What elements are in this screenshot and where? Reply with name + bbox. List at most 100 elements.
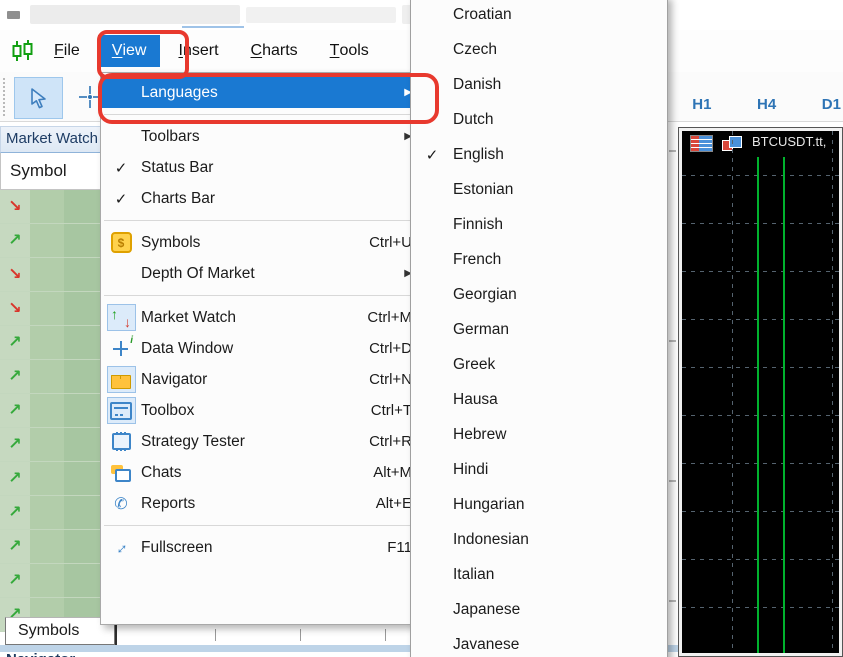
- trend-up-icon: ↗: [8, 369, 21, 385]
- symbols-tab[interactable]: Symbols: [5, 617, 115, 645]
- tab-separator: [215, 629, 216, 641]
- language-label: Georgian: [453, 286, 517, 304]
- check-icon: ✓: [426, 146, 439, 164]
- language-item-hungarian[interactable]: Hungarian: [411, 487, 667, 522]
- language-label: French: [453, 251, 501, 269]
- language-item-italian[interactable]: Italian: [411, 557, 667, 592]
- market-watch-row[interactable]: ↗: [0, 530, 106, 564]
- timeframe-button-h1[interactable]: H1: [690, 96, 713, 113]
- timeframe-button-h4[interactable]: H4: [755, 96, 778, 113]
- language-item-english[interactable]: ✓ English: [411, 137, 667, 172]
- menu-separator: [104, 525, 422, 526]
- language-label: Danish: [453, 76, 501, 94]
- fullscreen-icon: [111, 539, 131, 557]
- language-label: Hausa: [453, 391, 498, 409]
- chart-vertical-line: [757, 157, 759, 653]
- language-item-georgian[interactable]: Georgian: [411, 277, 667, 312]
- menu-item-charts-bar[interactable]: ✓Charts Bar: [101, 183, 425, 214]
- language-item-hindi[interactable]: Hindi: [411, 452, 667, 487]
- language-item-greek[interactable]: Greek: [411, 347, 667, 382]
- language-item-german[interactable]: German: [411, 312, 667, 347]
- menu-item-toolbars[interactable]: Toolbars▶: [101, 121, 425, 152]
- market-watch-row[interactable]: ↗: [0, 360, 106, 394]
- menubar-item-charts[interactable]: Charts: [237, 35, 312, 67]
- menu-item-data-window[interactable]: iData WindowCtrl+D: [101, 333, 425, 364]
- depth-of-market-chart-icon[interactable]: [690, 135, 713, 152]
- menu-item-chats[interactable]: ChatsAlt+M: [101, 457, 425, 488]
- menu-item-label: Data Window: [141, 340, 369, 358]
- chart-gridline: [682, 463, 839, 464]
- languages-submenu: Croatian Czech Danish Dutch ✓ English Estonian…: [410, 0, 668, 657]
- menu-item-label: Chats: [141, 464, 373, 482]
- menu-item-symbols[interactable]: $SymbolsCtrl+U: [101, 227, 425, 258]
- cursor-icon: [27, 86, 51, 110]
- market-watch-row[interactable]: ↗: [0, 496, 106, 530]
- menu-item-strategy-tester[interactable]: Strategy TesterCtrl+R: [101, 426, 425, 457]
- language-label: Hungarian: [453, 496, 525, 514]
- language-item-danish[interactable]: Danish: [411, 67, 667, 102]
- chart-symbol-label: BTCUSDT.tt,: [752, 134, 826, 149]
- market-watch-row[interactable]: ↗: [0, 326, 106, 360]
- language-item-hebrew[interactable]: Hebrew: [411, 417, 667, 452]
- cursor-tool-button[interactable]: [14, 77, 63, 119]
- view-dropdown-menu: Languages▶ Toolbars▶✓Status Bar✓Charts Ba…: [100, 72, 426, 625]
- symbol-column-header[interactable]: Symbol: [0, 153, 106, 190]
- language-label: Croatian: [453, 6, 512, 24]
- language-item-croatian[interactable]: Croatian: [411, 0, 667, 32]
- trend-up-icon: ↗: [8, 335, 21, 351]
- language-item-estonian[interactable]: Estonian: [411, 172, 667, 207]
- menu-item-fullscreen[interactable]: FullscreenF11: [101, 532, 425, 563]
- menubar-item-file[interactable]: File: [40, 35, 94, 67]
- language-item-japanese[interactable]: Japanese: [411, 592, 667, 627]
- mt5-application-window: FileViewInsertChartsTools 30H1H4D1 Marke…: [0, 0, 843, 657]
- trend-down-icon: ↘: [8, 301, 21, 317]
- market-watch-row[interactable]: ↗: [0, 224, 106, 258]
- market-watch-icon: ↑↓: [111, 309, 131, 327]
- trend-down-icon: ↘: [8, 267, 21, 283]
- menu-item-label: Symbols: [141, 234, 369, 252]
- market-watch-row[interactable]: ↗: [0, 462, 106, 496]
- menu-item-languages[interactable]: Languages▶: [101, 77, 425, 108]
- menubar-item-tools[interactable]: Tools: [316, 35, 383, 67]
- chart-canvas[interactable]: BTCUSDT.tt,: [682, 131, 839, 653]
- language-item-indonesian[interactable]: Indonesian: [411, 522, 667, 557]
- trend-down-icon: ↘: [8, 199, 21, 215]
- language-item-javanese[interactable]: Javanese: [411, 627, 667, 657]
- language-item-french[interactable]: French: [411, 242, 667, 277]
- language-label: English: [453, 146, 504, 164]
- menu-item-toolbox[interactable]: ToolboxCtrl+T: [101, 395, 425, 426]
- market-watch-row[interactable]: ↗: [0, 564, 106, 598]
- chart-gridline: [682, 367, 839, 368]
- trend-up-icon: ↗: [8, 233, 21, 249]
- trend-up-icon: ↗: [8, 505, 21, 521]
- market-watch-row[interactable]: ↘: [0, 190, 106, 224]
- menu-item-label: Navigator: [141, 371, 369, 389]
- toolbar-grip[interactable]: [3, 78, 7, 116]
- market-watch-title: Market Watch: [0, 126, 106, 153]
- market-watch-panel: Market Watch Symbol ↘↗↘↘↗↗↗↗↗↗↗↗↗: [0, 126, 106, 657]
- shortcut-label: Ctrl+T: [371, 402, 412, 419]
- language-item-hausa[interactable]: Hausa: [411, 382, 667, 417]
- chart-gridline: [682, 319, 839, 320]
- market-watch-row[interactable]: ↘: [0, 258, 106, 292]
- menu-item-navigator[interactable]: NavigatorCtrl+N: [101, 364, 425, 395]
- language-item-dutch[interactable]: Dutch: [411, 102, 667, 137]
- market-watch-row[interactable]: ↗: [0, 394, 106, 428]
- trend-up-icon: ↗: [8, 539, 21, 555]
- market-watch-row[interactable]: ↘: [0, 292, 106, 326]
- menu-item-depth-of-market[interactable]: Depth Of Market▶: [101, 258, 425, 289]
- trend-up-icon: ↗: [8, 437, 21, 453]
- trend-up-icon: ↗: [8, 403, 21, 419]
- timeframe-button-d1[interactable]: D1: [820, 96, 843, 113]
- menubar-item-insert[interactable]: Insert: [164, 35, 232, 67]
- menu-item-reports[interactable]: ✆ReportsAlt+E: [101, 488, 425, 519]
- market-watch-row[interactable]: ↗: [0, 428, 106, 462]
- menu-item-market-watch[interactable]: ↑↓Market WatchCtrl+M: [101, 302, 425, 333]
- menubar-item-view[interactable]: View: [98, 35, 161, 67]
- language-item-czech[interactable]: Czech: [411, 32, 667, 67]
- language-item-finnish[interactable]: Finnish: [411, 207, 667, 242]
- redacted-block: [182, 26, 244, 28]
- mt5-logo-icon: [8, 39, 38, 63]
- menu-item-status-bar[interactable]: ✓Status Bar: [101, 152, 425, 183]
- splitter-mark: [669, 600, 676, 602]
